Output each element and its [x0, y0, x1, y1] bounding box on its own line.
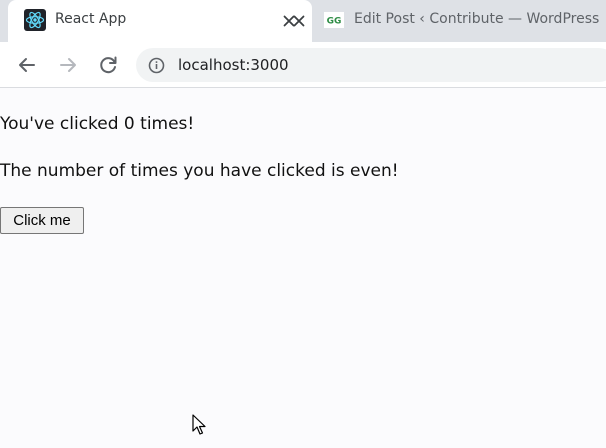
tab-title: React App: [55, 11, 127, 27]
mouse-cursor-icon: [192, 414, 206, 435]
browser-toolbar: localhost:3000: [0, 42, 606, 88]
page-content: You've clicked 0 times! The number of ti…: [0, 89, 606, 448]
click-me-button[interactable]: Click me: [0, 207, 84, 234]
info-icon[interactable]: [148, 57, 165, 74]
url-text[interactable]: localhost:3000: [178, 56, 289, 74]
tab-title: Edit Post ‹ Contribute — WordPress: [354, 11, 600, 27]
forward-arrow-icon[interactable]: [56, 53, 80, 77]
tab-edit-post[interactable]: GG Edit Post ‹ Contribute — WordPress: [312, 0, 606, 42]
tab-strip: React App GG Edit Post ‹ Contribute — Wo…: [0, 0, 606, 42]
parity-text: The number of times you have clicked is …: [0, 161, 399, 181]
click-count-text: You've clicked 0 times!: [0, 114, 195, 134]
close-icon[interactable]: [290, 12, 308, 30]
back-arrow-icon[interactable]: [15, 53, 39, 77]
reload-icon[interactable]: [96, 53, 120, 77]
tab-react-app[interactable]: React App: [8, 0, 312, 42]
react-logo-icon: [24, 9, 46, 31]
svg-text:GG: GG: [327, 17, 342, 27]
address-bar[interactable]: localhost:3000: [136, 48, 606, 82]
gfg-logo-icon: GG: [324, 12, 344, 28]
